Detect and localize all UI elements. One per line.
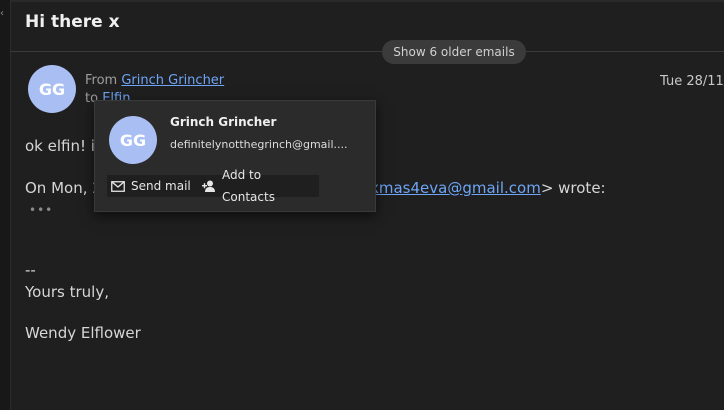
email-subject: Hi there x bbox=[25, 12, 120, 32]
signature-dash: -- bbox=[25, 261, 36, 279]
add-to-contacts-label: Add to Contacts bbox=[222, 168, 275, 204]
show-older-emails-button[interactable]: Show 6 older emails bbox=[382, 40, 526, 64]
send-mail-button[interactable]: Send mail bbox=[107, 175, 202, 197]
email-date: Tue 28/11/ bbox=[660, 74, 724, 89]
envelope-icon bbox=[111, 180, 125, 192]
body-line-2-end: xmas4eva@gmail.com> wrote: bbox=[370, 179, 606, 197]
add-person-icon bbox=[202, 180, 216, 192]
signature-name: Wendy Elflower bbox=[25, 324, 141, 342]
body-line-1: ok elfin! i bbox=[25, 137, 95, 155]
sender-name-link[interactable]: Grinch Grincher bbox=[121, 73, 224, 88]
show-trimmed-content-button[interactable]: ••• bbox=[29, 203, 53, 217]
quoted-email-link[interactable]: xmas4eva@gmail.com bbox=[370, 179, 541, 197]
contact-initials: GG bbox=[119, 130, 147, 150]
collapse-chevron-icon[interactable]: ‹ bbox=[0, 5, 6, 23]
from-label: From bbox=[85, 73, 118, 88]
sender-initials: GG bbox=[38, 79, 66, 99]
left-pane-edge: ‹ bbox=[0, 0, 11, 410]
thread-divider bbox=[10, 51, 724, 52]
send-mail-label: Send mail bbox=[131, 179, 191, 193]
signature-closing: Yours truly, bbox=[25, 283, 109, 301]
from-line: From Grinch Grincher bbox=[85, 73, 224, 88]
contact-email: definitelynotthegrinch@gmail.... bbox=[170, 138, 348, 151]
add-to-contacts-button[interactable]: Add to Contacts bbox=[198, 168, 319, 204]
contact-name: Grinch Grincher bbox=[170, 115, 277, 129]
body-line-2-start: On Mon, 2 bbox=[25, 179, 102, 197]
top-divider bbox=[10, 0, 724, 2]
sender-avatar[interactable]: GG bbox=[28, 65, 76, 113]
wrote-label: > wrote: bbox=[540, 179, 606, 197]
contact-card-popup: GG Grinch Grincher definitelynotthegrinc… bbox=[94, 100, 376, 212]
contact-avatar: GG bbox=[109, 116, 157, 164]
